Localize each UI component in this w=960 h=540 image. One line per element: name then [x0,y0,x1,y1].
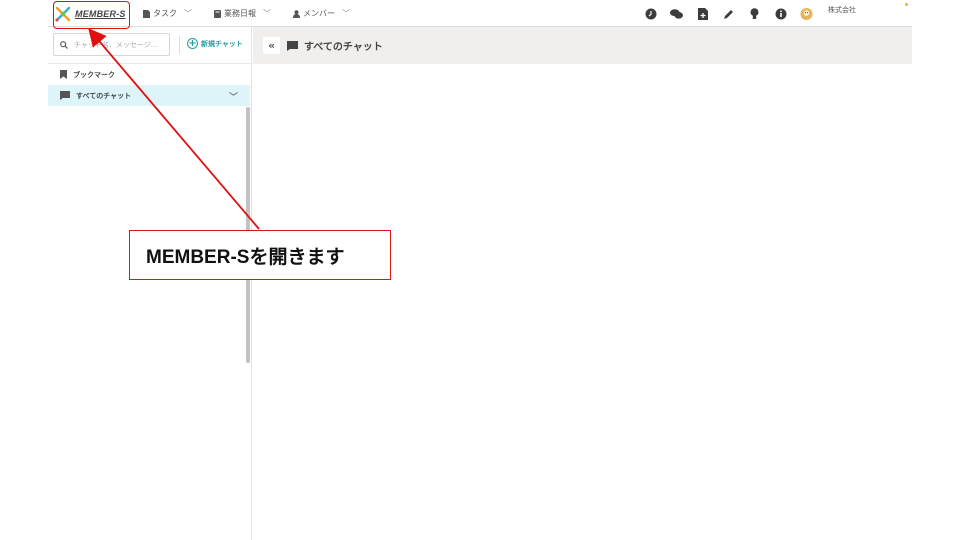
file-plus-icon [697,8,708,20]
chat-bubble-icon [287,40,298,51]
new-chat-button[interactable]: + 新規チャット [187,38,243,49]
double-chevron-left-icon: « [267,39,276,52]
search-divider [179,36,180,54]
nav-members-label: メンバー [303,9,335,18]
ideas-button[interactable] [748,8,761,21]
header-toolbar [644,7,826,21]
sidebar-item-label: ブックマーク [73,70,115,79]
page-title-text: すべてのチャット [304,42,383,53]
sidebar-search-row: + 新規チャット [48,27,251,64]
logo-highlight-box [53,1,130,29]
add-file-button[interactable] [696,8,709,21]
bookmark-icon [60,70,67,79]
new-chat-label: 新規チャット [201,39,243,48]
chat-bubbles-icon [670,9,683,19]
collapse-sidebar-button[interactable]: « [263,37,280,54]
user-avatar[interactable] [800,7,813,21]
sidebar-item-bookmarks[interactable]: ブックマーク [48,64,250,85]
notification-dot [905,3,908,6]
clock-icon [645,8,656,20]
chevron-down-icon[interactable]: ﹀ [229,90,238,103]
book-icon [214,9,221,18]
nav-daily-report-label: 業務日報 [224,9,256,18]
chat-bubble-icon [60,91,70,100]
chevron-down-icon: ﹀ [184,9,192,18]
plus-circle-icon: + [187,38,198,49]
chevron-down-icon: ﹀ [342,9,350,18]
annotation-callout: MEMBER-Sを開きます [129,230,391,280]
company-name[interactable]: 株式会社 [828,5,856,15]
chat-sidebar: + 新規チャット ブックマーク すべてのチャット ﹀ [48,27,252,540]
pencil-icon [724,9,733,19]
nav-tasks[interactable]: タスク ﹀ [143,0,192,27]
avatar-icon [800,7,813,21]
lightbulb-icon [750,8,759,19]
chevron-down-icon: ﹀ [263,9,271,18]
nav-tasks-label: タスク [153,9,177,18]
app-window: MEMBER-S タスク ﹀ 業務日報 ﹀ メンバー ﹀ 株式会社 チャット名、… [0,0,960,540]
top-bar: MEMBER-S タスク ﹀ 業務日報 ﹀ メンバー ﹀ 株式会社 [48,0,912,27]
edit-button[interactable] [722,8,735,21]
page-title: すべてのチャット [287,38,383,53]
search-icon [60,40,68,49]
info-button[interactable] [774,8,787,21]
sidebar-item-label: すべてのチャット [76,91,132,100]
history-button[interactable] [644,8,657,21]
main-header: « すべてのチャット [253,27,912,64]
nav-members[interactable]: メンバー ﹀ [293,0,350,27]
search-box[interactable] [53,33,170,56]
chat-button[interactable] [670,8,683,21]
info-icon [775,8,786,20]
sidebar-item-all-chats[interactable]: すべてのチャット ﹀ [48,85,250,106]
nav-daily-report[interactable]: 業務日報 ﹀ [214,0,271,27]
document-icon [143,9,150,18]
annotation-text: MEMBER-Sを開きます [146,246,345,268]
person-icon [293,9,300,18]
search-input[interactable] [74,40,166,49]
